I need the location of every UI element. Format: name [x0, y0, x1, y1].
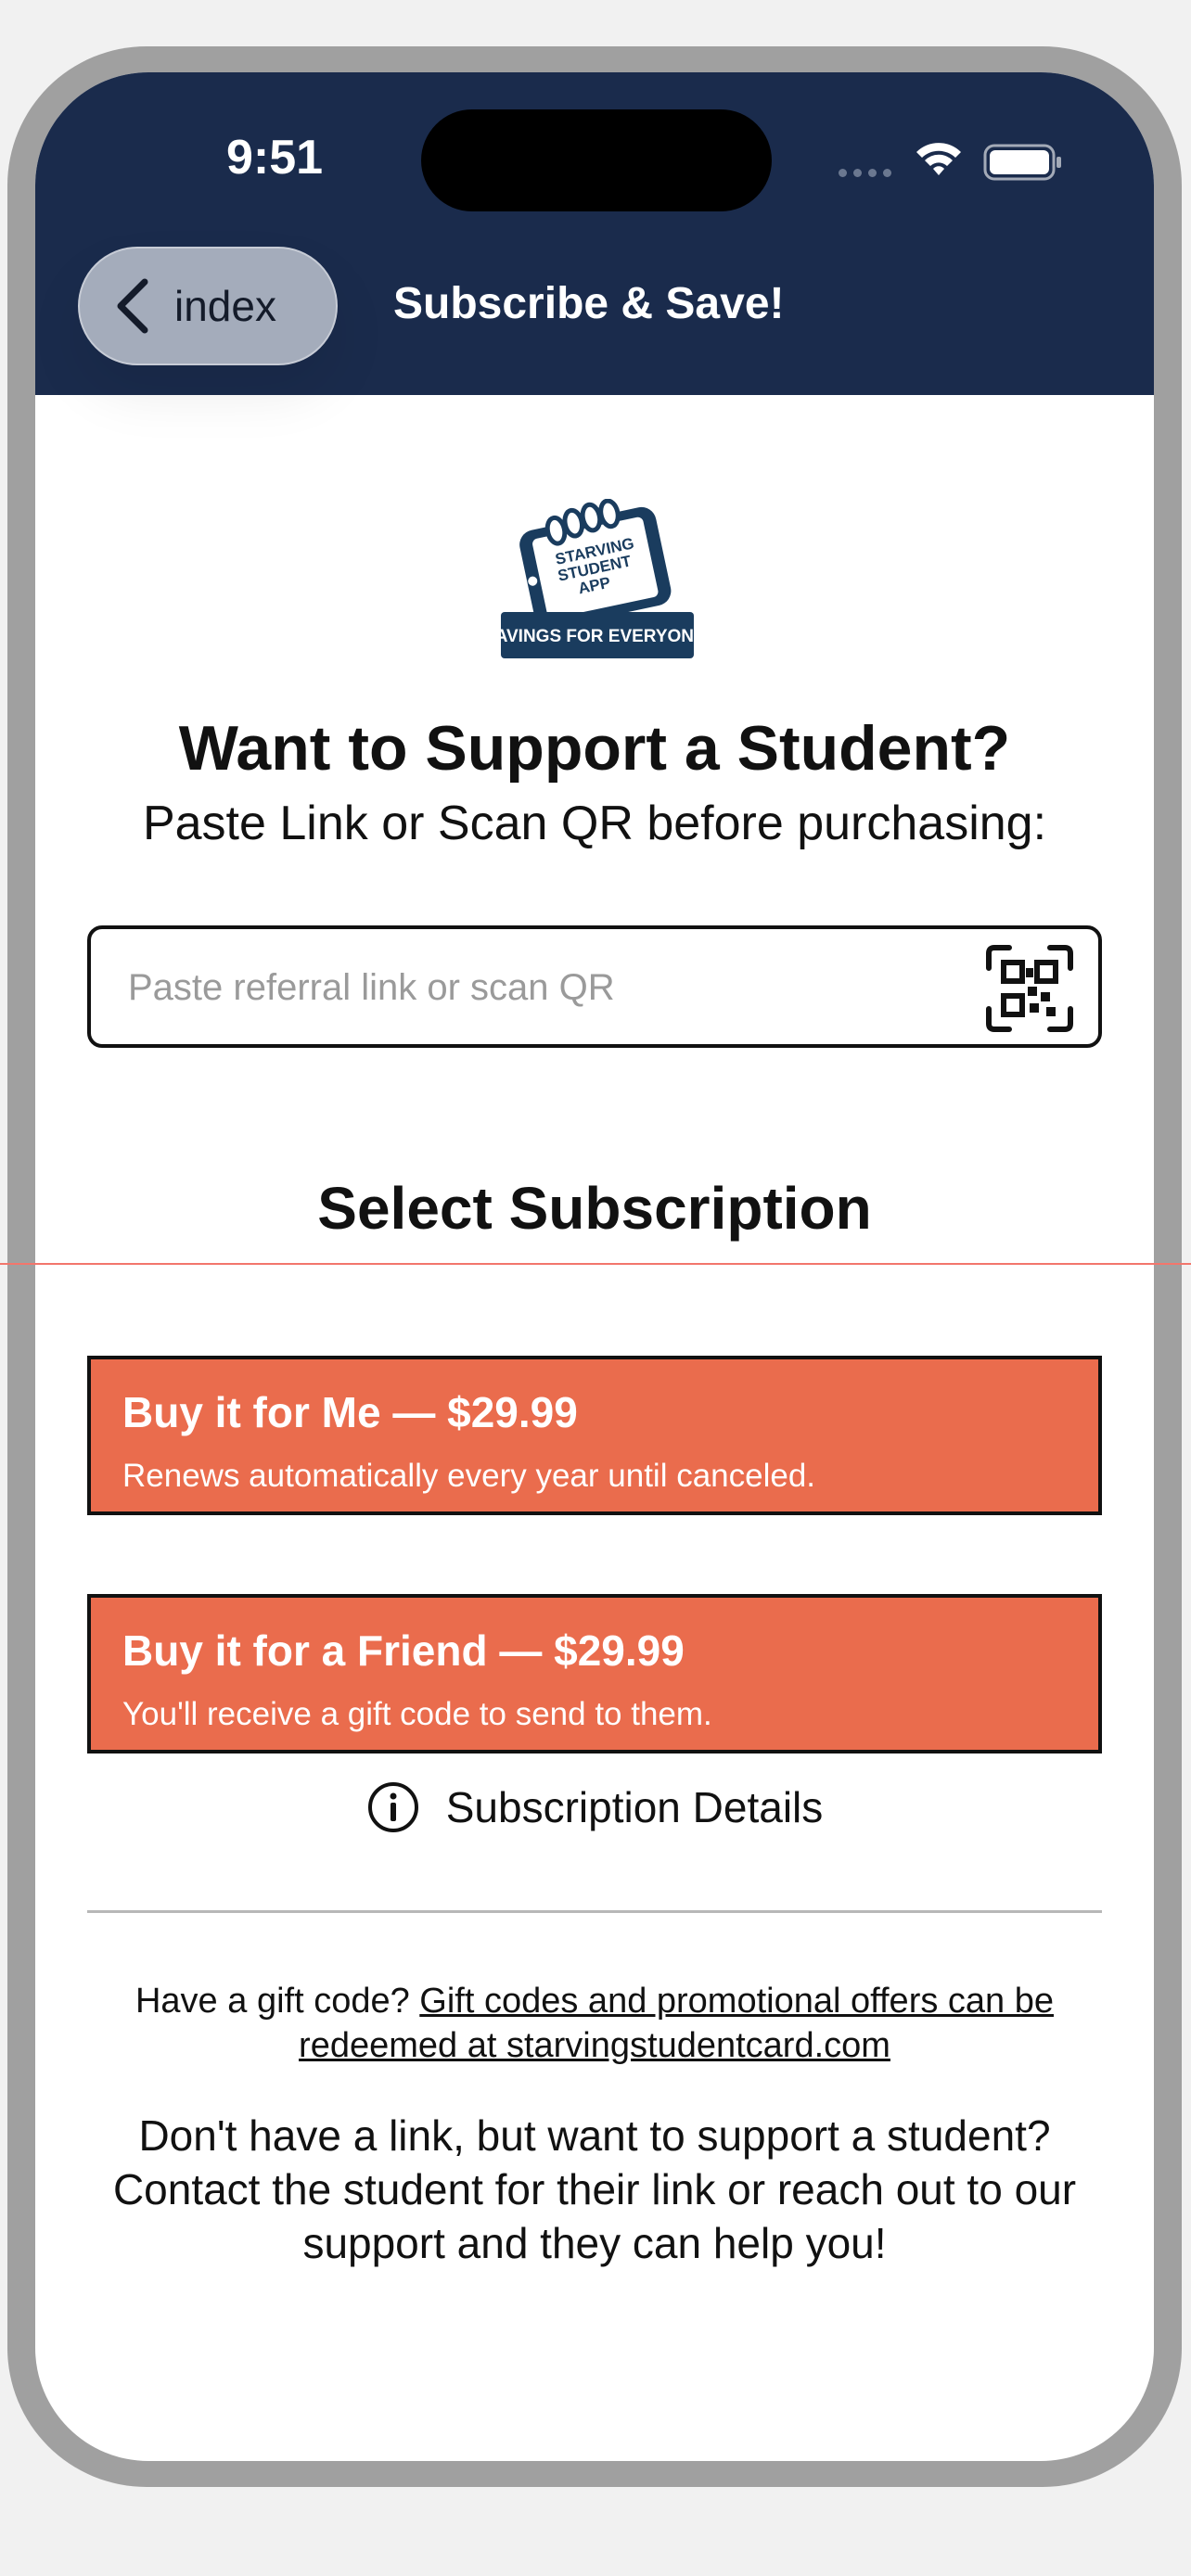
- nav-header: 9:51 index Subscribe & Save!: [35, 72, 1154, 395]
- device-frame: 9:51 index Subscribe & Save! STARVING ST…: [7, 46, 1182, 2487]
- back-label: index: [174, 282, 276, 330]
- subscription-details-label: Subscription Details: [445, 1783, 824, 1831]
- subscription-details-link[interactable]: Subscription Details: [35, 1780, 1154, 1834]
- plan-title: Buy it for Me — $29.99: [122, 1388, 578, 1436]
- gift-code-note: Have a gift code? Gift codes and promoti…: [109, 1979, 1080, 2068]
- gift-code-prefix: Have a gift code?: [134, 1982, 420, 2021]
- logo-banner: SAVINGS FOR EVERYONE!: [499, 627, 696, 646]
- wifi-icon: [916, 143, 961, 175]
- plan-title: Buy it for a Friend — $29.99: [122, 1626, 685, 1675]
- support-heading: Want to Support a Student?: [178, 713, 1011, 784]
- info-circle-icon: [367, 1782, 418, 1832]
- cellular-signal-icon: [839, 169, 891, 177]
- plan-subtitle: Renews automatically every year until ca…: [122, 1458, 816, 1494]
- chevron-left-icon: [117, 278, 148, 334]
- referral-field: [87, 925, 1102, 1048]
- support-help-text: Don't have a link, but want to support a…: [112, 2111, 1077, 2267]
- qr-code-scan-icon[interactable]: [985, 944, 1074, 1033]
- buy-for-me-button[interactable]: Buy it for Me — $29.99 Renews automatica…: [87, 1356, 1102, 1515]
- support-subheading: Paste Link or Scan QR before purchasing:: [142, 797, 1047, 850]
- select-subscription-title: Select Subscription: [317, 1175, 872, 1242]
- battery-icon: [983, 144, 1061, 181]
- referral-input[interactable]: [126, 929, 946, 1046]
- layout-guide-line: [0, 1263, 1191, 1265]
- buy-for-friend-button[interactable]: Buy it for a Friend — $29.99 You'll rece…: [87, 1594, 1102, 1753]
- app-screen: 9:51 index Subscribe & Save! STARVING ST…: [35, 72, 1154, 2461]
- status-time: 9:51: [225, 131, 324, 185]
- page-title: Subscribe & Save!: [393, 279, 785, 328]
- plan-subtitle: You'll receive a gift code to send to th…: [122, 1696, 712, 1732]
- starving-student-app-logo: STARVING STUDENT APP SAVINGS FOR EVERYON…: [499, 499, 696, 658]
- section-divider: [87, 1910, 1102, 1913]
- dynamic-island: [421, 109, 772, 211]
- back-button[interactable]: index: [78, 247, 338, 365]
